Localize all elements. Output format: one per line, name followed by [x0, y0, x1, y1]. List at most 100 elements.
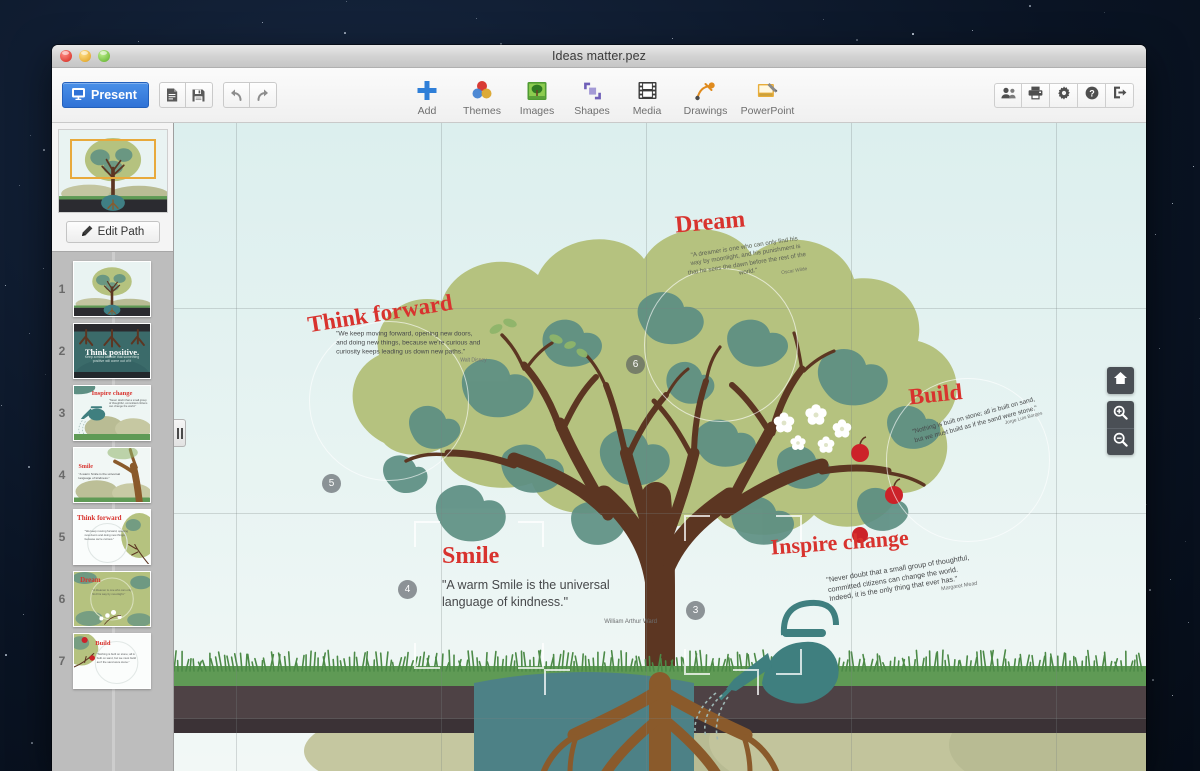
file-button-group — [159, 82, 213, 108]
plus-icon — [417, 79, 438, 102]
presentation-canvas[interactable]: Think forward "We keep moving forward, o… — [174, 123, 1146, 771]
redo-arrow-icon — [255, 88, 270, 102]
history-button-group — [223, 82, 277, 108]
slide-item-7[interactable]: 7 Build"Nothing is built on stone; all is… — [52, 630, 173, 692]
close-button[interactable] — [60, 50, 72, 62]
document-icon — [166, 88, 178, 102]
frame-dream[interactable]: Dream "A dreamer is one who can only fin… — [646, 199, 832, 290]
zoom-controls — [1107, 367, 1134, 455]
zoom-group — [1107, 401, 1134, 455]
minimize-button[interactable] — [79, 50, 91, 62]
present-button[interactable]: Present — [62, 82, 149, 108]
slide-thumbnail[interactable]: Dream"A dreamer is one who can only find… — [73, 571, 151, 627]
tool-themes-label: Themes — [463, 105, 501, 117]
save-button[interactable] — [186, 82, 213, 108]
tool-media[interactable]: Media — [620, 79, 675, 119]
magnifier-plus-icon — [1113, 405, 1128, 425]
slide-number: 3 — [56, 406, 68, 420]
tool-shapes-label: Shapes — [574, 105, 610, 117]
frame-smile[interactable]: Smile "A warm Smile is the universal lan… — [442, 543, 672, 625]
slide-number: 4 — [56, 468, 68, 482]
picture-tree-icon — [527, 79, 548, 102]
undo-arrow-icon — [229, 88, 244, 102]
undo-button[interactable] — [223, 82, 250, 108]
path-marker-3[interactable]: 3 — [686, 601, 705, 620]
slide-number: 7 — [56, 654, 68, 668]
logout-arrow-icon — [1113, 86, 1127, 104]
slide-thumbnail[interactable]: Smile"A warm Smile is the universal lang… — [73, 447, 151, 503]
think-forward-quote: "We keep moving forward, opening new doo… — [336, 331, 484, 358]
tool-media-label: Media — [633, 105, 662, 117]
think-forward-author: Walt Disney — [339, 357, 487, 363]
new-document-button[interactable] — [159, 82, 186, 108]
redo-button[interactable] — [250, 82, 277, 108]
presentation-screen-icon — [72, 88, 85, 103]
film-strip-icon — [637, 79, 657, 102]
exit-button[interactable] — [1106, 83, 1134, 108]
title-bar: Ideas matter.pez — [52, 45, 1146, 68]
path-marker-6[interactable]: 6 — [626, 355, 645, 374]
slide-item-5[interactable]: 5 Think forward"We keep moving forward, o… — [52, 506, 173, 568]
pencil-icon — [81, 225, 93, 240]
slide-thumbnail[interactable]: Think positive.Keep a mind attitude that… — [73, 323, 151, 379]
overview-thumbnail[interactable] — [58, 129, 168, 213]
application-window: Ideas matter.pez Present — [52, 45, 1146, 771]
tool-add[interactable]: Add — [400, 79, 455, 119]
overview-panel: Edit Path — [52, 123, 173, 252]
slide-thumbnail[interactable]: Think forward"We keep moving forward, op… — [73, 509, 151, 565]
slide-thumbnail[interactable] — [73, 261, 151, 317]
sidebar-collapse-handle[interactable] — [174, 419, 186, 447]
question-mark-icon: ? — [1085, 86, 1099, 105]
smile-author: William Arthur Ward — [442, 619, 657, 625]
tool-powerpoint[interactable]: PowerPoint — [737, 79, 799, 119]
window-title: Ideas matter.pez — [52, 49, 1146, 63]
path-marker-5[interactable]: 5 — [322, 474, 341, 493]
settings-button[interactable] — [1050, 83, 1078, 108]
home-icon — [1113, 371, 1128, 390]
home-button[interactable] — [1107, 367, 1134, 394]
tool-images[interactable]: Images — [510, 79, 565, 119]
home-group — [1107, 367, 1134, 394]
slide-item-1[interactable]: 1 — [52, 258, 173, 320]
slide-item-3[interactable]: 3 Inspire change"Never doubt that a small… — [52, 382, 173, 444]
floppy-disk-icon — [192, 89, 205, 102]
smile-quote: "A warm Smile is the universal language … — [442, 577, 657, 611]
zoom-in-button[interactable] — [1107, 401, 1134, 428]
slide-list[interactable]: 1 2 Think positive.Keep a mind attitude th… — [52, 252, 173, 771]
editor-body: Edit Path 1 2 Think positive.Keep a mind a… — [52, 123, 1146, 771]
share-people-button[interactable] — [994, 83, 1022, 108]
tool-images-label: Images — [520, 105, 554, 117]
tool-shapes[interactable]: Shapes — [565, 79, 620, 119]
smile-title: Smile — [442, 543, 672, 570]
slide-number: 2 — [56, 344, 68, 358]
printer-icon — [1028, 86, 1043, 105]
zoom-button[interactable] — [98, 50, 110, 62]
tool-themes[interactable]: Themes — [455, 79, 510, 119]
slide-thumbnail[interactable]: Inspire change"Never doubt that a small … — [73, 385, 151, 441]
magnifier-minus-icon — [1113, 432, 1128, 452]
path-marker-4[interactable]: 4 — [398, 580, 417, 599]
right-tool-group: ? — [994, 83, 1134, 108]
slide-number: 1 — [56, 282, 68, 296]
window-controls — [60, 50, 110, 62]
svg-text:?: ? — [1089, 88, 1095, 98]
edit-path-button[interactable]: Edit Path — [66, 221, 160, 243]
color-circles-icon — [472, 79, 493, 102]
print-button[interactable] — [1022, 83, 1050, 108]
people-icon — [1001, 86, 1016, 104]
gear-icon — [1057, 86, 1071, 105]
powerpoint-import-icon — [757, 79, 779, 102]
slide-item-2[interactable]: 2 Think positive.Keep a mind attitude tha… — [52, 320, 173, 382]
slide-thumbnail[interactable]: Build"Nothing is built on stone; all is … — [73, 633, 151, 689]
slide-number: 5 — [56, 530, 68, 544]
help-button[interactable]: ? — [1078, 83, 1106, 108]
slide-item-4[interactable]: 4 Smile"A warm Smile is the universal lan… — [52, 444, 173, 506]
tool-powerpoint-label: PowerPoint — [741, 105, 795, 117]
zoom-out-button[interactable] — [1107, 428, 1134, 455]
shapes-bracket-icon — [582, 79, 602, 102]
tool-drawings[interactable]: Drawings — [675, 79, 737, 119]
tool-drawings-label: Drawings — [684, 105, 728, 117]
insert-tool-group: Add Themes — [400, 79, 799, 119]
tool-add-label: Add — [418, 105, 437, 117]
slide-item-6[interactable]: 6Dream"A dreamer is one who can only fin… — [52, 568, 173, 630]
